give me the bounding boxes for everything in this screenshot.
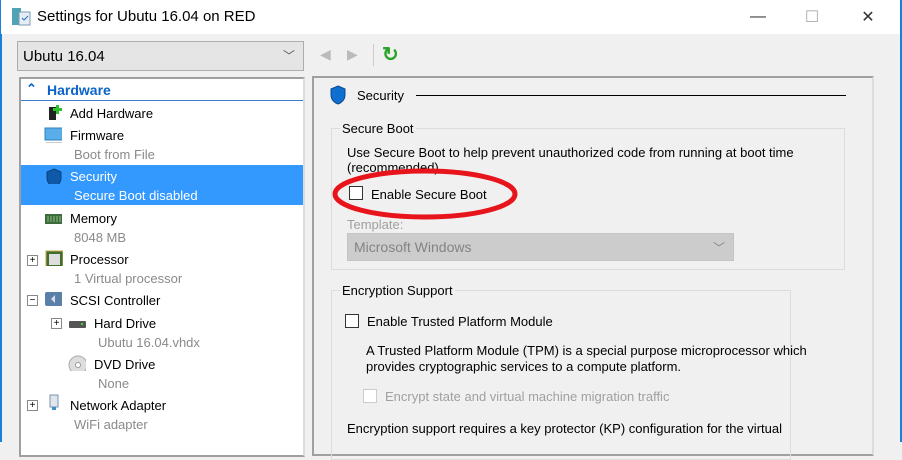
enable-tpm-label[interactable]: Enable Trusted Platform Module: [367, 314, 553, 329]
tree-item-detail: Ubutu 16.04.vhdx: [98, 335, 200, 350]
tpm-description-2: provides cryptographic services to a com…: [366, 359, 682, 374]
tree-item-detail: None: [98, 376, 130, 391]
vm-selector-dropdown[interactable]: Ubutu 16.04 ﹀: [17, 41, 304, 71]
chevron-down-icon: ﹀: [282, 49, 295, 63]
title-bar: Settings for Ubutu 16.04 on RED — ☐ ✕: [0, 0, 902, 34]
tree-header-hardware[interactable]: ⌃ Hardware: [21, 79, 303, 101]
maximize-button[interactable]: ☐: [789, 4, 835, 30]
encrypt-traffic-label[interactable]: Encrypt state and virtual machine migrat…: [385, 389, 669, 404]
tree-item-detail: Secure Boot disabled: [74, 188, 198, 203]
title-divider: [416, 95, 846, 96]
tree-item-label: Processor: [70, 252, 129, 267]
template-value: Microsoft Windows: [354, 239, 472, 255]
encryption-group-label: Encryption Support: [340, 283, 455, 298]
tree-item-label: DVD Drive: [94, 357, 156, 372]
tree-item-detail: 8048 MB: [74, 230, 127, 245]
close-button[interactable]: ✕: [845, 4, 891, 30]
expand-icon[interactable]: +: [51, 318, 62, 329]
toolbar-divider: [373, 44, 374, 66]
collapse-icon[interactable]: −: [27, 295, 38, 306]
enable-tpm-checkbox[interactable]: [345, 314, 359, 328]
window-border: [0, 34, 2, 442]
tree-item-label: Security: [70, 169, 117, 184]
window-title: Settings for Ubutu 16.04 on RED: [37, 8, 256, 25]
settings-app-icon: [12, 8, 31, 26]
tpm-description: A Trusted Platform Module (TPM) is a spe…: [366, 343, 807, 358]
tree-item-label: Network Adapter: [70, 398, 167, 413]
tree-item-detail: Boot from File: [74, 147, 155, 162]
collapse-icon[interactable]: ⌃: [26, 81, 37, 97]
dvd-disc-icon: [68, 355, 86, 371]
tree-item-detail: WiFi adapter: [74, 417, 148, 432]
network-cable-icon: [49, 394, 59, 410]
panel-title: Security: [357, 88, 404, 103]
tree-item-label: Memory: [70, 211, 117, 226]
secure-boot-description: Use Secure Boot to help prevent unauthor…: [347, 145, 794, 160]
shield-icon: [46, 168, 62, 184]
encryption-note: Encryption support requires a key protec…: [347, 421, 782, 436]
hard-drive-icon: [69, 321, 86, 328]
secure-boot-group-label: Secure Boot: [340, 121, 416, 136]
tree-item-label: Firmware: [70, 128, 125, 143]
encrypt-traffic-checkbox[interactable]: [363, 389, 377, 403]
template-dropdown[interactable]: Microsoft Windows ﹀: [347, 233, 734, 261]
refresh-button[interactable]: ↻: [382, 42, 399, 67]
add-hardware-icon: [49, 105, 62, 120]
red-annotation-ellipse: [332, 168, 518, 220]
firmware-monitor-icon: [44, 127, 62, 143]
scsi-controller-icon: [45, 292, 62, 306]
chevron-down-icon: ﹀: [712, 241, 725, 255]
forward-button[interactable]: ▶: [347, 46, 358, 63]
shield-icon: [330, 85, 346, 105]
processor-chip-icon: [45, 250, 63, 266]
tree-header-label: Hardware: [47, 82, 111, 98]
tree-item-label: Add Hardware: [70, 106, 154, 121]
back-button[interactable]: ◀: [320, 46, 331, 63]
vm-selector-value: Ubutu 16.04: [23, 48, 105, 65]
tree-item-label: Hard Drive: [94, 316, 157, 331]
tree-item-detail: 1 Virtual processor: [74, 271, 183, 286]
tree-item-label: SCSI Controller: [70, 293, 161, 308]
expand-icon[interactable]: +: [27, 400, 38, 411]
expand-icon[interactable]: +: [27, 255, 38, 266]
hardware-tree[interactable]: ⌃ Hardware Add Hardware Firmware Boot fr…: [19, 77, 305, 457]
memory-icon: [45, 214, 62, 224]
minimize-button[interactable]: —: [735, 4, 781, 30]
